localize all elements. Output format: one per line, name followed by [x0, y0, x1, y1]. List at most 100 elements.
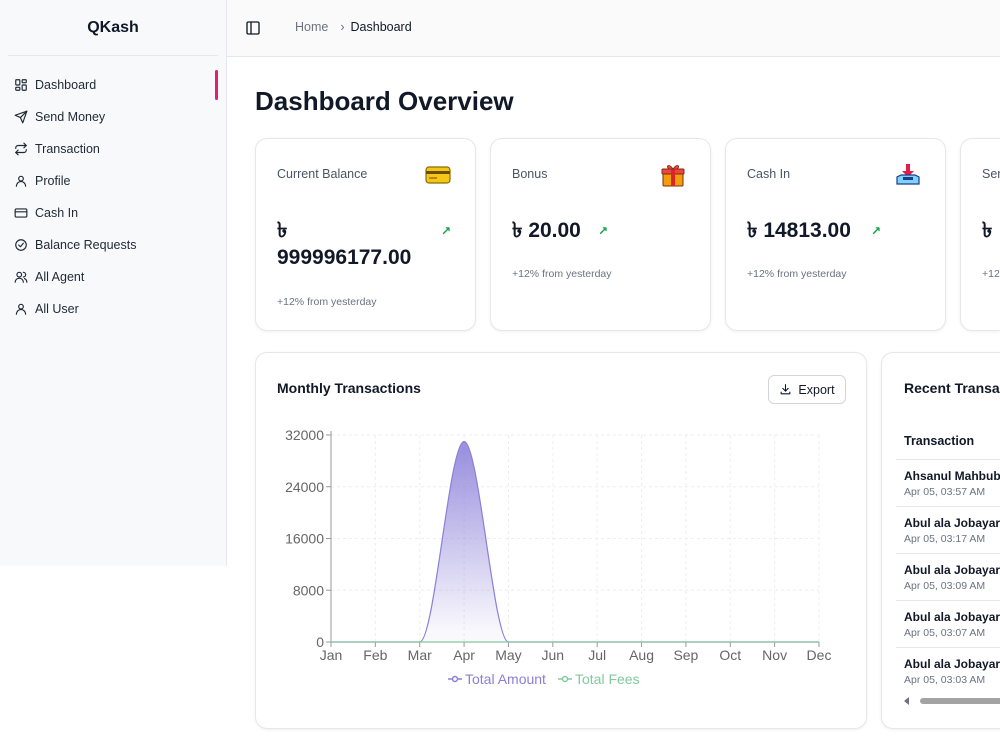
- stat-amount: 20.00: [528, 219, 581, 242]
- users-icon: [14, 270, 28, 284]
- table-row[interactable]: Abul ala Jobayar Apr 05, 03:09 AM: [904, 563, 1000, 592]
- sidebar-item-label: Balance Requests: [35, 238, 137, 252]
- divider: [896, 459, 1000, 460]
- stat-value: ৳ 20.00: [512, 217, 677, 244]
- top-header: Home › Dashboard: [227, 0, 1000, 57]
- series-line-total-amount: [331, 440, 819, 643]
- arrows-swap-icon: [14, 142, 28, 156]
- stat-title: Cash In: [747, 167, 791, 181]
- stat-card-current-balance: Current Balance ৳ 999996177.00 ↗ +12% fr…: [255, 138, 476, 331]
- breadcrumb-home[interactable]: Home: [295, 20, 328, 34]
- divider: [896, 600, 1000, 601]
- stat-change: +12% from yesterday: [277, 296, 377, 308]
- sidebar-item-label: All Agent: [35, 270, 85, 284]
- gift-icon: [660, 163, 686, 187]
- tx-name: Ahsanul Mahbub: [904, 469, 1000, 483]
- divider: [896, 647, 1000, 648]
- x-tick-label: Nov: [762, 647, 787, 663]
- stat-change: +12: [982, 268, 1000, 280]
- y-tick-label: 32000: [285, 427, 324, 443]
- sidebar-item-balance-requests[interactable]: Balance Requests: [0, 229, 226, 261]
- tx-time: Apr 05, 03:17 AM: [904, 533, 986, 545]
- stat-change: +12% from yesterday: [747, 268, 847, 280]
- chevron-right-icon: ›: [340, 20, 345, 34]
- legend-label: Total Amount: [465, 671, 546, 687]
- check-circle-icon: [14, 238, 28, 252]
- sidebar-item-send-money[interactable]: Send Money: [0, 101, 226, 133]
- table-row[interactable]: Abul ala Jobayar Apr 05, 03:03 AM: [904, 657, 1000, 686]
- table-row[interactable]: Ahsanul Mahbub Apr 05, 03:57 AM: [904, 469, 1000, 498]
- currency-symbol: ৳: [747, 219, 758, 242]
- stat-card-partial: Ser ৳ +12: [960, 138, 1000, 331]
- series-area-total-amount: [331, 441, 819, 642]
- trend-up-icon: ↗: [441, 224, 452, 238]
- x-tick-label: Feb: [363, 647, 387, 663]
- dashboard-grid-icon: [14, 78, 28, 92]
- recent-title: Recent Transac: [904, 380, 1000, 396]
- x-tick-label: Mar: [408, 647, 432, 663]
- inbox-tray-icon: [895, 163, 921, 187]
- divider: [896, 553, 1000, 554]
- x-tick-label: Jun: [542, 647, 565, 663]
- stat-title: Ser: [982, 167, 1000, 181]
- trend-up-icon: ↗: [598, 224, 609, 238]
- currency-symbol: ৳: [277, 219, 288, 242]
- recent-transactions-card: Recent Transac Transaction Ahsanul Mahbu…: [881, 352, 1000, 729]
- sidebar-nav: Dashboard Send Money Transaction Profile…: [0, 56, 226, 325]
- breadcrumb-current: Dashboard: [350, 20, 412, 34]
- scroll-thumb[interactable]: [920, 698, 1000, 704]
- credit-card-icon: [14, 206, 28, 220]
- send-icon: [14, 110, 28, 124]
- sidebar-item-all-agent[interactable]: All Agent: [0, 261, 226, 293]
- divider: [896, 506, 1000, 507]
- stat-value: ৳ 14813.00: [747, 217, 912, 244]
- stat-value: ৳: [982, 217, 1000, 244]
- tx-name: Abul ala Jobayar: [904, 563, 1000, 577]
- column-header-transaction: Transaction: [904, 434, 975, 448]
- user-icon: [14, 302, 28, 316]
- sidebar-toggle-icon[interactable]: [245, 20, 261, 36]
- x-tick-label: Jan: [320, 647, 343, 663]
- tx-name: Abul ala Jobayar: [904, 657, 1000, 671]
- y-tick-label: 24000: [285, 479, 324, 495]
- sidebar-item-dashboard[interactable]: Dashboard: [0, 69, 226, 101]
- user-icon: [14, 174, 28, 188]
- app-logo[interactable]: QKash: [8, 0, 218, 56]
- currency-symbol: ৳: [512, 219, 523, 242]
- sidebar-item-label: Send Money: [35, 110, 106, 124]
- legend-marker: [451, 675, 459, 683]
- monthly-transactions-chart: 08000160002400032000Jan Feb Mar Apr May Jun Ju…: [285, 427, 831, 687]
- sidebar-item-label: Dashboard: [35, 78, 97, 92]
- sidebar-item-profile[interactable]: Profile: [0, 165, 226, 197]
- sidebar-item-transaction[interactable]: Transaction: [0, 133, 226, 165]
- currency-symbol: ৳: [982, 219, 993, 242]
- tx-time: Apr 05, 03:57 AM: [904, 486, 986, 498]
- horizontal-scrollbar[interactable]: [904, 696, 1000, 706]
- scroll-left-icon[interactable]: [904, 697, 909, 705]
- table-row[interactable]: Abul ala Jobayar Apr 05, 03:17 AM: [904, 516, 1000, 545]
- legend-marker: [561, 675, 569, 683]
- stat-value: ৳ 999996177.00: [277, 217, 442, 272]
- y-tick-label: 16000: [285, 531, 324, 547]
- tx-time: Apr 05, 03:09 AM: [904, 580, 986, 592]
- tx-name: Abul ala Jobayar: [904, 516, 1000, 530]
- tx-time: Apr 05, 03:03 AM: [904, 674, 986, 686]
- table-row[interactable]: Abul ala Jobayar Apr 05, 03:07 AM: [904, 610, 1000, 639]
- x-tick-label: Jul: [588, 647, 606, 663]
- stat-amount: 14813.00: [763, 219, 851, 242]
- stat-amount: 999996177.00: [277, 246, 412, 270]
- credit-card-emoji-icon: [425, 163, 451, 187]
- breadcrumb: Home › Dashboard: [295, 20, 412, 34]
- x-tick-label: May: [495, 647, 521, 663]
- page-title: Dashboard Overview: [255, 86, 514, 116]
- x-tick-label: Oct: [719, 647, 741, 663]
- stat-card-cash-in: Cash In ৳ 14813.00 ↗ +12% from yesterday: [725, 138, 946, 331]
- x-tick-label: Sep: [673, 647, 698, 663]
- stat-change: +12% from yesterday: [512, 268, 612, 280]
- sidebar-item-label: Cash In: [35, 206, 79, 220]
- stat-title: Current Balance: [277, 167, 368, 181]
- sidebar-item-cash-in[interactable]: Cash In: [0, 197, 226, 229]
- tx-name: Abul ala Jobayar: [904, 610, 1000, 624]
- sidebar-item-all-user[interactable]: All User: [0, 293, 226, 325]
- tx-time: Apr 05, 03:07 AM: [904, 627, 986, 639]
